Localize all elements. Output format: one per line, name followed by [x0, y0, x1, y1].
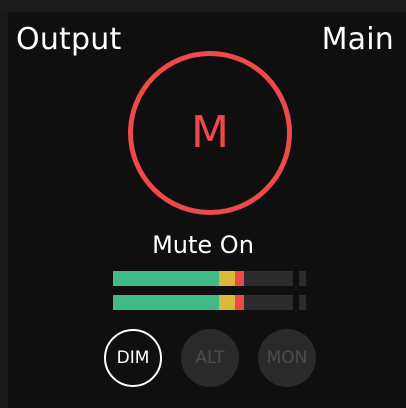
meter-yellow-segment — [219, 295, 235, 310]
main-label: Main — [321, 22, 394, 57]
alt-button[interactable]: ALT — [181, 329, 239, 387]
level-meter-left — [113, 271, 293, 286]
mon-button[interactable]: MON — [258, 329, 316, 387]
alt-button-label: ALT — [195, 348, 225, 368]
meter-green-segment — [113, 271, 219, 286]
peak-indicator-right — [299, 295, 306, 310]
peak-indicator-left — [299, 271, 306, 286]
meter-red-segment — [235, 295, 244, 310]
meter-yellow-segment — [219, 271, 235, 286]
dim-button-label: DIM — [116, 348, 150, 368]
dim-button[interactable]: DIM — [104, 329, 162, 387]
output-label: Output — [16, 22, 122, 57]
meter-green-segment — [113, 295, 219, 310]
top-strip — [0, 0, 406, 12]
mute-button-label: M — [191, 107, 229, 158]
mon-button-label: MON — [266, 348, 308, 368]
mute-button[interactable]: M — [128, 51, 292, 215]
meter-red-segment — [235, 271, 244, 286]
mute-status-text: Mute On — [152, 231, 254, 259]
level-meter-right — [113, 295, 293, 310]
